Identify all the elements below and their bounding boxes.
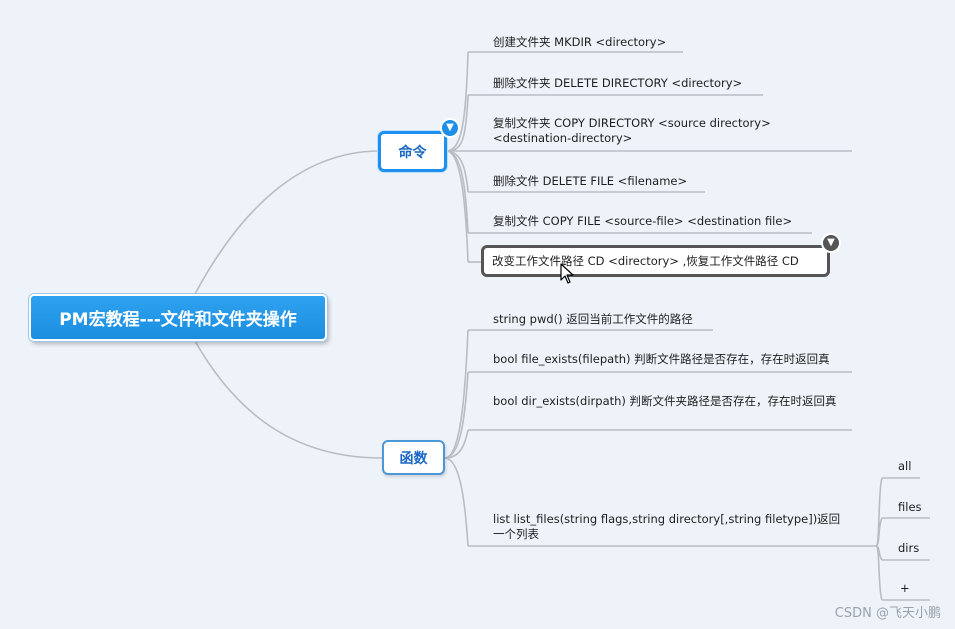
command-copy-file[interactable]: 复制文件 COPY FILE <source-file> <destinatio… [493,214,792,229]
command-delete-directory[interactable]: 删除文件夹 DELETE DIRECTORY <directory> [493,76,742,91]
function-file-exists[interactable]: bool file_exists(filepath) 判断文件路径是否存在，存在… [493,352,830,367]
function-dir-exists[interactable]: bool dir_exists(dirpath) 判断文件夹路径是否存在，存在时… [493,394,845,409]
command-cd[interactable]: 改变工作文件路径 CD <directory> ,恢复工作文件路径 CD [492,254,799,269]
flag-plus[interactable]: + [900,581,910,596]
flag-dirs[interactable]: dirs [898,541,919,556]
root-topic[interactable]: PM宏教程---文件和文件夹操作 [29,294,327,341]
command-mkdir[interactable]: 创建文件夹 MKDIR <directory> [493,35,666,50]
collapse-toggle-icon[interactable]: ▼ [440,118,460,138]
function-list-files[interactable]: list list_files(string flags,string dire… [493,512,845,542]
function-pwd[interactable]: string pwd() 返回当前工作文件的路径 [493,312,693,327]
topic-functions[interactable]: 函数 [382,440,445,475]
flag-all[interactable]: all [898,459,911,474]
watermark: CSDN @飞天小鹏 [834,606,941,621]
topic-commands-label: 命令 [398,144,427,161]
collapse-toggle-icon[interactable]: ▼ [821,233,841,253]
flag-files[interactable]: files [898,500,922,515]
topic-commands[interactable]: 命令 [378,131,447,172]
topic-functions-label: 函数 [399,450,428,467]
command-delete-file[interactable]: 删除文件 DELETE FILE <filename> [493,174,687,189]
root-topic-label: PM宏教程---文件和文件夹操作 [59,310,297,330]
mouse-cursor-icon [560,263,574,284]
command-copy-directory[interactable]: 复制文件夹 COPY DIRECTORY <source directory> … [493,116,793,146]
